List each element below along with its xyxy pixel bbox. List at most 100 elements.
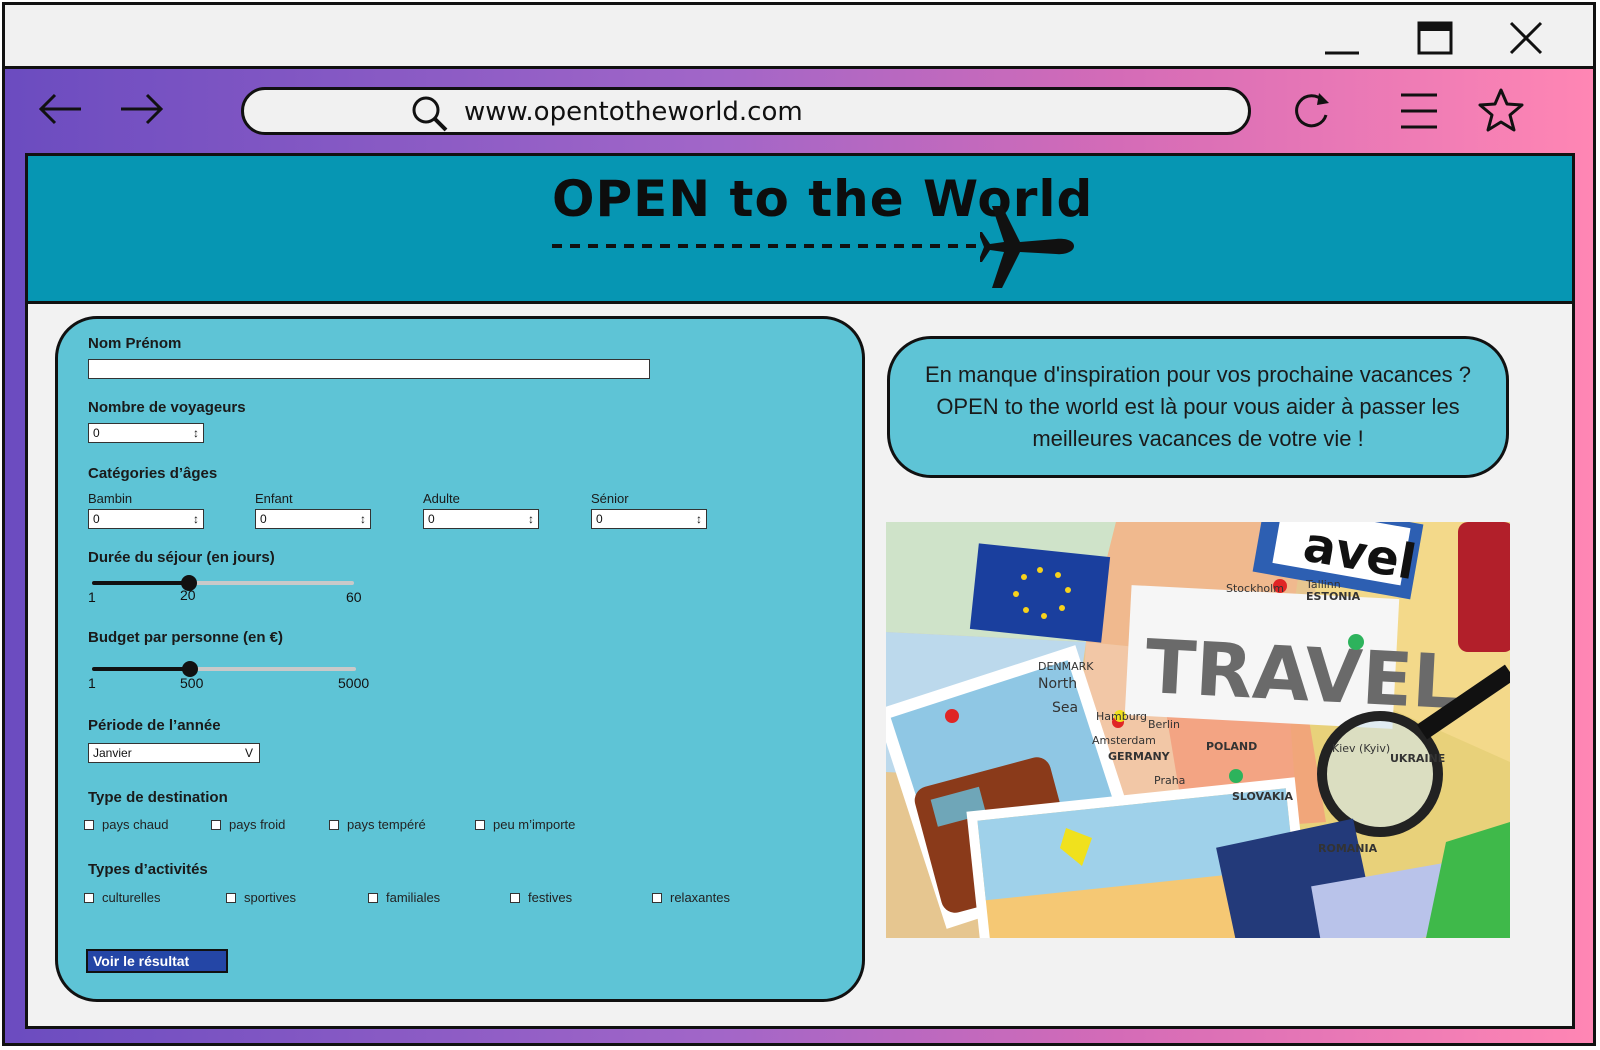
duration-value: 20 [180, 587, 196, 603]
budget-max: 5000 [338, 675, 370, 691]
map-label: ROMANIA [1318, 842, 1378, 855]
map-label: GERMANY [1108, 750, 1171, 763]
spinner-arrows-icon[interactable]: ↕ [696, 510, 702, 528]
checkbox-box[interactable] [84, 892, 94, 903]
adulte-stepper[interactable]: 0 ↕ [423, 509, 539, 529]
checkbox-label: pays chaud [102, 817, 169, 832]
submit-button[interactable]: Voir le résultat [86, 949, 228, 973]
budget-value: 500 [180, 675, 204, 691]
duration-min: 1 [88, 589, 96, 605]
adulte-value: 0 [428, 512, 435, 526]
map-label: DENMARK [1038, 660, 1094, 673]
airplane-icon [980, 206, 1074, 288]
checkbox-label: culturelles [102, 890, 161, 905]
enfant-stepper[interactable]: 0 ↕ [255, 509, 371, 529]
checkbox-box[interactable] [652, 892, 662, 903]
activity-checkbox-culturelles[interactable]: culturelles [84, 890, 161, 905]
spinner-arrows-icon[interactable]: ↕ [193, 510, 199, 528]
photo-travel-sign: TRAVEL [1143, 624, 1462, 726]
bambin-value: 0 [93, 512, 100, 526]
info-bubble: En manque d'inspiration pour vos prochai… [887, 336, 1509, 478]
web-page: OPEN to the World Nom Prénom Nombre de v… [25, 153, 1575, 1029]
duration-slider-fill [92, 581, 189, 585]
address-bar[interactable]: www.opentotheworld.com [241, 87, 1251, 135]
age-label-enfant: Enfant [255, 491, 293, 506]
reload-icon[interactable] [1289, 89, 1333, 138]
checkbox-box[interactable] [84, 819, 94, 830]
destination-checkbox-tempere[interactable]: pays tempéré [329, 817, 426, 832]
name-field[interactable] [88, 359, 650, 379]
checkbox-box[interactable] [368, 892, 378, 903]
senior-stepper[interactable]: 0 ↕ [591, 509, 707, 529]
checkbox-box[interactable] [226, 892, 236, 903]
activity-checkbox-familiales[interactable]: familiales [368, 890, 440, 905]
activity-checkbox-festives[interactable]: festives [510, 890, 572, 905]
back-arrow-icon[interactable] [35, 91, 85, 132]
checkbox-box[interactable] [510, 892, 520, 903]
map-label: Amsterdam [1092, 734, 1156, 747]
budget-slider-fill [92, 667, 190, 671]
map-label: Berlin [1148, 718, 1180, 731]
checkbox-box[interactable] [475, 819, 485, 830]
map-label: Hamburg [1096, 710, 1147, 723]
maximize-icon[interactable] [1411, 13, 1461, 63]
activity-checkbox-sportives[interactable]: sportives [226, 890, 296, 905]
spinner-arrows-icon[interactable]: ↕ [360, 510, 366, 528]
checkbox-label: pays froid [229, 817, 286, 832]
destination-label: Type de destination [88, 789, 228, 806]
activities-label: Types d’activités [88, 861, 208, 878]
search-form: Nom Prénom Nombre de voyageurs 0 ↕ Catég… [55, 316, 865, 1002]
map-label: North [1038, 676, 1077, 692]
travellers-stepper[interactable]: 0 ↕ [88, 423, 204, 443]
map-label: Praha [1154, 774, 1185, 787]
bookmark-star-icon[interactable] [1477, 87, 1525, 138]
destination-checkbox-peu-importe[interactable]: peu m’importe [475, 817, 575, 832]
map-label: Tallinn [1305, 578, 1341, 591]
browser-window: www.opentotheworld.com OPEN to the World… [2, 2, 1596, 1046]
budget-label: Budget par personne (en €) [88, 629, 284, 646]
map-label: SLOVAKIA [1232, 790, 1293, 803]
age-categories-label: Catégories d’âges [88, 465, 218, 482]
map-label: ESTONIA [1306, 590, 1361, 603]
budget-min: 1 [88, 675, 96, 691]
browser-toolbar: www.opentotheworld.com [5, 69, 1593, 151]
map-label: POLAND [1206, 740, 1257, 753]
close-icon[interactable] [1501, 13, 1551, 63]
activity-checkbox-relaxantes[interactable]: relaxantes [652, 890, 730, 905]
senior-value: 0 [596, 512, 603, 526]
title-bar [5, 5, 1593, 69]
map-label: Kiev (Kyiv) [1332, 742, 1390, 755]
chevron-down-icon[interactable]: V [245, 744, 253, 762]
map-label: Stockholm [1226, 582, 1284, 595]
destination-checkbox-chaud[interactable]: pays chaud [84, 817, 169, 832]
checkbox-box[interactable] [329, 819, 339, 830]
name-label: Nom Prénom [88, 335, 182, 352]
forward-arrow-icon[interactable] [117, 91, 167, 132]
travellers-value: 0 [93, 426, 100, 440]
minimize-icon[interactable] [1317, 13, 1367, 63]
duration-max: 60 [346, 589, 362, 605]
bambin-stepper[interactable]: 0 ↕ [88, 509, 204, 529]
checkbox-label: peu m’importe [493, 817, 576, 832]
travel-photo: avel TRAVEL DENMARK North Sea Berlin POL… [886, 522, 1510, 938]
duration-slider[interactable] [92, 575, 354, 591]
map-label: Sea [1052, 700, 1078, 716]
spinner-arrows-icon[interactable]: ↕ [193, 424, 199, 442]
checkbox-box[interactable] [211, 819, 221, 830]
age-label-bambin: Bambin [88, 491, 133, 506]
destination-checkbox-froid[interactable]: pays froid [211, 817, 285, 832]
period-select[interactable]: Janvier V [88, 743, 260, 763]
checkbox-label: sportives [244, 890, 297, 905]
budget-slider[interactable] [92, 661, 356, 677]
age-label-senior: Sénior [591, 491, 629, 506]
period-label: Période de l’année [88, 717, 221, 734]
menu-icon[interactable] [1399, 91, 1439, 136]
age-label-adulte: Adulte [423, 491, 460, 506]
checkbox-label: festives [528, 890, 573, 905]
url-text[interactable]: www.opentotheworld.com [464, 97, 803, 127]
map-label: UKRAINE [1390, 752, 1445, 765]
site-header: OPEN to the World [28, 156, 1572, 304]
checkbox-label: relaxantes [670, 890, 730, 905]
checkbox-label: familiales [386, 890, 441, 905]
spinner-arrows-icon[interactable]: ↕ [528, 510, 534, 528]
